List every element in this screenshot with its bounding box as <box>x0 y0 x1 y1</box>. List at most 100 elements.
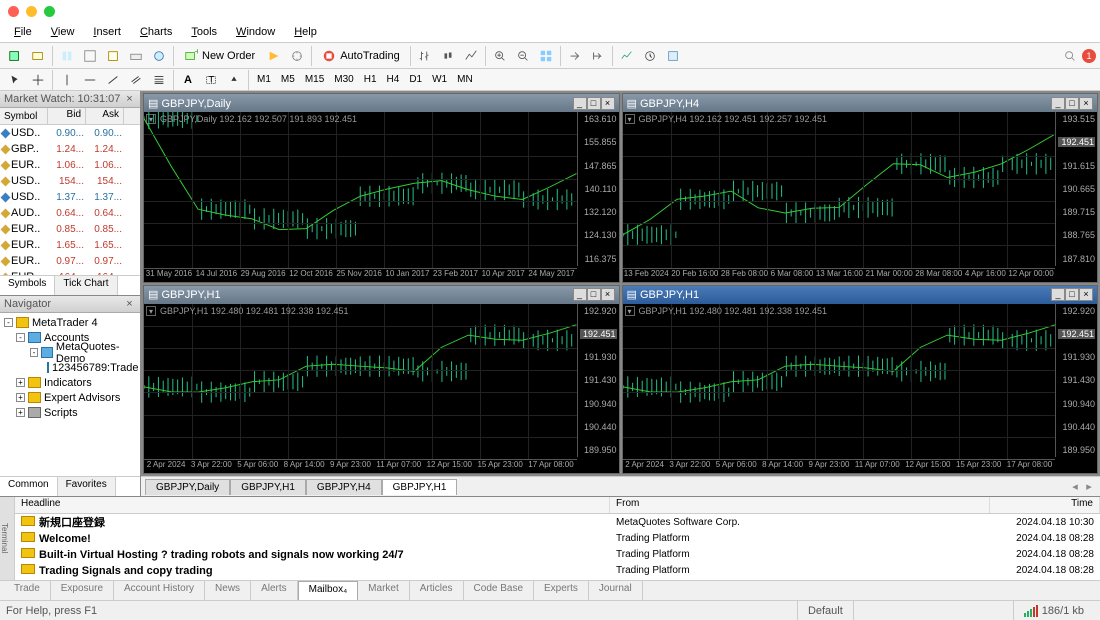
timeframe-h1[interactable]: H1 <box>359 71 382 89</box>
metaeditor-icon[interactable] <box>263 45 285 67</box>
chart-canvas[interactable]: ▾ GBPJPY,H4 192.162 192.451 192.257 192.… <box>623 112 1098 282</box>
chart-titlebar[interactable]: ▤ GBPJPY,H1 _ □ × <box>623 286 1098 304</box>
menu-tools[interactable]: Tools <box>183 24 225 40</box>
maximize-icon[interactable]: □ <box>587 97 601 110</box>
maximize-dot[interactable] <box>44 6 55 17</box>
symbol-row[interactable]: USD..1.37...1.37... <box>0 189 140 205</box>
terminal-tab-trade[interactable]: Trade <box>4 581 51 600</box>
timeframe-d1[interactable]: D1 <box>404 71 427 89</box>
symbol-row[interactable]: EUR..0.97...0.97... <box>0 253 140 269</box>
tree-item[interactable]: -MetaQuotes-Demo <box>2 345 138 360</box>
symbol-row[interactable]: USD..154...154... <box>0 173 140 189</box>
autoscroll-icon[interactable] <box>564 45 586 67</box>
maximize-icon[interactable]: □ <box>587 288 601 301</box>
data-window-icon[interactable] <box>79 45 101 67</box>
profiles-icon[interactable] <box>27 45 49 67</box>
zoom-out-icon[interactable] <box>512 45 534 67</box>
chart-shift-icon[interactable] <box>587 45 609 67</box>
status-profile[interactable]: Default <box>797 601 853 620</box>
periodicity-icon[interactable] <box>639 45 661 67</box>
mail-row[interactable]: 新規口座登録MetaQuotes Software Corp.2024.04.1… <box>15 514 1100 530</box>
tab-symbols[interactable]: Symbols <box>0 276 55 295</box>
symbol-row[interactable]: EUR..0.85...0.85... <box>0 221 140 237</box>
vertical-line-icon[interactable] <box>56 69 78 91</box>
close-icon[interactable]: × <box>123 93 136 105</box>
autotrading-button[interactable]: AutoTrading <box>315 45 407 67</box>
terminal-tab-mailbox[interactable]: Mailbox₄ <box>298 581 359 600</box>
terminal-tab-exposure[interactable]: Exposure <box>51 581 114 600</box>
col-ask[interactable]: Ask <box>86 108 124 124</box>
chart-tab[interactable]: GBPJPY,Daily <box>145 479 230 495</box>
tab-scroll[interactable]: ▸ <box>1082 480 1096 493</box>
fibonacci-icon[interactable] <box>148 69 170 91</box>
trendline-icon[interactable] <box>102 69 124 91</box>
terminal-list[interactable]: 新規口座登録MetaQuotes Software Corp.2024.04.1… <box>15 514 1100 580</box>
close-icon[interactable]: × <box>1079 97 1093 110</box>
minimize-dot[interactable] <box>26 6 37 17</box>
chart-canvas[interactable]: ▾ GBPJPY,H1 192.480 192.481 192.338 192.… <box>623 304 1098 474</box>
status-connection[interactable]: 186/1 kb <box>1013 601 1094 620</box>
menu-insert[interactable]: Insert <box>85 24 129 40</box>
terminal-tab-journal[interactable]: Journal <box>589 581 643 600</box>
tab-scroll[interactable]: ◂ <box>1068 480 1082 493</box>
terminal-tab-experts[interactable]: Experts <box>534 581 589 600</box>
symbol-row[interactable]: USD..0.90...0.90... <box>0 125 140 141</box>
menu-view[interactable]: View <box>43 24 83 40</box>
market-watch-icon[interactable] <box>56 45 78 67</box>
tab-favorites[interactable]: Favorites <box>58 477 116 496</box>
col-headline[interactable]: Headline <box>15 497 610 513</box>
tab-tick-chart[interactable]: Tick Chart <box>55 276 117 295</box>
timeframe-m30[interactable]: M30 <box>329 71 358 89</box>
symbol-row[interactable]: EUR..1.65...1.65... <box>0 237 140 253</box>
indicators-icon[interactable] <box>616 45 638 67</box>
new-chart-icon[interactable] <box>4 45 26 67</box>
terminal-tab-codebase[interactable]: Code Base <box>464 581 534 600</box>
close-icon[interactable]: × <box>1079 288 1093 301</box>
strategy-tester-icon[interactable] <box>148 45 170 67</box>
close-dot[interactable] <box>8 6 19 17</box>
chart-tab[interactable]: GBPJPY,H1 <box>382 479 458 495</box>
terminal-handle[interactable]: Terminal <box>0 497 15 580</box>
timeframe-m5[interactable]: M5 <box>276 71 300 89</box>
text-icon[interactable]: A <box>177 69 199 91</box>
tree-item[interactable]: 123456789:Trade <box>2 360 138 375</box>
menu-charts[interactable]: Charts <box>132 24 180 40</box>
minimize-icon[interactable]: _ <box>1051 97 1065 110</box>
crosshair-icon[interactable] <box>27 69 49 91</box>
chart-tab[interactable]: GBPJPY,H1 <box>230 479 306 495</box>
notification-badge[interactable]: 1 <box>1082 49 1096 63</box>
mail-row[interactable]: Trading Signals and copy tradingTrading … <box>15 562 1100 578</box>
new-order-button[interactable]: +New Order <box>177 45 262 67</box>
cursor-icon[interactable] <box>4 69 26 91</box>
search-icon[interactable] <box>1059 45 1081 67</box>
col-bid[interactable]: Bid <box>48 108 86 124</box>
zoom-in-icon[interactable] <box>489 45 511 67</box>
chart-window[interactable]: ▤ GBPJPY,H1 _ □ × ▾ GBPJPY,H1 192.480 19… <box>622 285 1099 475</box>
terminal-tab-accounthistory[interactable]: Account History <box>114 581 205 600</box>
timeframe-m1[interactable]: M1 <box>252 71 276 89</box>
terminal-tab-market[interactable]: Market <box>358 581 410 600</box>
tree-item[interactable]: +Indicators <box>2 375 138 390</box>
close-icon[interactable]: × <box>601 288 615 301</box>
mail-row[interactable]: Welcome!Trading Platform2024.04.18 08:28 <box>15 530 1100 546</box>
horizontal-line-icon[interactable] <box>79 69 101 91</box>
minimize-icon[interactable]: _ <box>1051 288 1065 301</box>
tree-item[interactable]: -MetaTrader 4 <box>2 315 138 330</box>
maximize-icon[interactable]: □ <box>1065 97 1079 110</box>
chart-titlebar[interactable]: ▤ GBPJPY,H4 _ □ × <box>623 94 1098 112</box>
timeframe-mn[interactable]: MN <box>452 71 478 89</box>
menu-help[interactable]: Help <box>286 24 325 40</box>
chart-canvas[interactable]: ▾ GBPJPY,H1 192.480 192.481 192.338 192.… <box>144 304 619 474</box>
line-chart-icon[interactable] <box>460 45 482 67</box>
templates-icon[interactable] <box>662 45 684 67</box>
menu-file[interactable]: File <box>6 24 40 40</box>
mail-row[interactable]: Built-in Virtual Hosting ? trading robot… <box>15 546 1100 562</box>
chart-titlebar[interactable]: ▤ GBPJPY,Daily _ □ × <box>144 94 619 112</box>
channel-icon[interactable] <box>125 69 147 91</box>
chart-titlebar[interactable]: ▤ GBPJPY,H1 _ □ × <box>144 286 619 304</box>
text-label-icon[interactable]: T <box>200 69 222 91</box>
tile-windows-icon[interactable] <box>535 45 557 67</box>
symbol-row[interactable]: GBP..1.24...1.24... <box>0 141 140 157</box>
arrows-icon[interactable] <box>223 69 245 91</box>
maximize-icon[interactable]: □ <box>1065 288 1079 301</box>
